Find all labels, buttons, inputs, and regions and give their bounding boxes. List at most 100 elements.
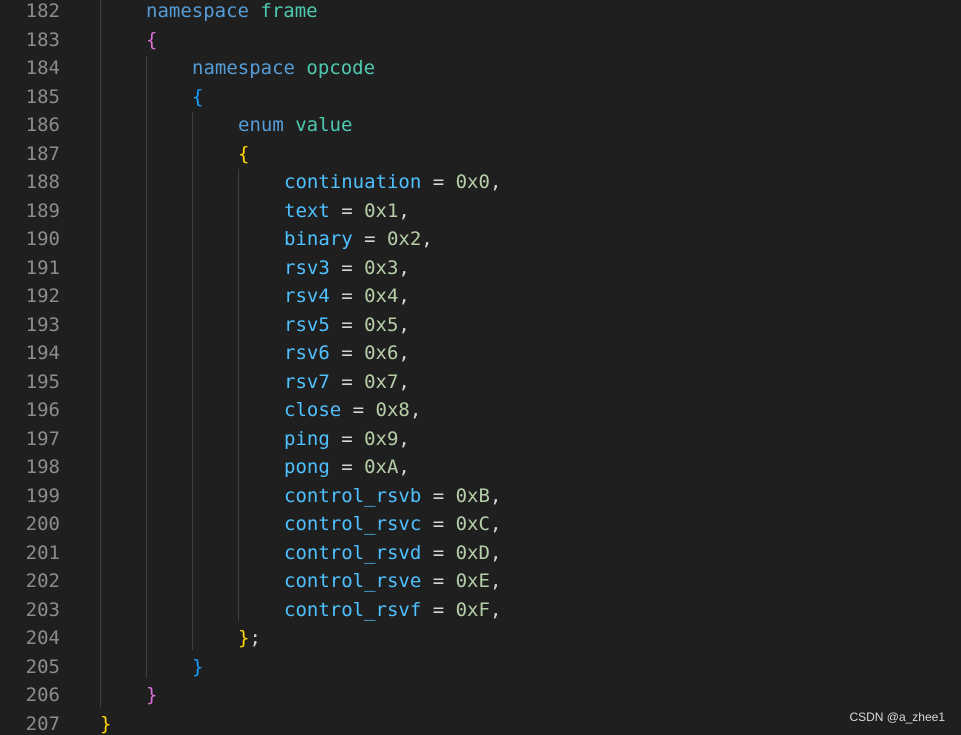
line-number: 194 [25, 342, 60, 364]
line-number: 195 [25, 370, 60, 393]
code-token: = [329, 370, 365, 393]
code-line[interactable]: 192 rsv4 = 0x4, [0, 282, 961, 311]
code-token: = [421, 598, 456, 621]
code-token: = [329, 256, 365, 279]
code-token: opcode [306, 57, 376, 79]
code-line[interactable]: 188 continuation = 0x0, [0, 168, 961, 197]
code-line[interactable]: 182 namespace frame [0, 0, 961, 26]
code-text: control_rsvc = 0xC, [284, 510, 501, 539]
code-token: , [489, 171, 502, 193]
code-line[interactable]: 196 close = 0x8, [0, 396, 961, 425]
code-token: } [192, 655, 204, 678]
code-token: { [192, 85, 204, 108]
code-token: = [352, 228, 387, 250]
code-line[interactable]: 204}; [0, 624, 961, 653]
code-token: ping [284, 427, 330, 450]
code-token: frame [260, 0, 318, 22]
code-text: rsv7 = 0x7, [284, 368, 410, 397]
code-token: , [489, 484, 502, 507]
line-number: 200 [25, 513, 60, 535]
code-token: , [398, 342, 410, 364]
code-token: control_rsvb [284, 484, 422, 507]
line-number: 188 [25, 171, 60, 193]
code-line[interactable]: 203 control_rsvf = 0xF, [0, 596, 961, 625]
code-token: namespace [192, 57, 295, 79]
code-text: control_rsvb = 0xB, [284, 482, 501, 511]
code-line[interactable]: 200 control_rsvc = 0xC, [0, 510, 961, 539]
code-line[interactable]: 197 ping = 0x9, [0, 425, 961, 454]
line-number: 190 [25, 228, 60, 250]
code-token: text [284, 199, 330, 222]
code-token: { [238, 142, 250, 165]
code-token: 0x6 [364, 342, 399, 364]
code-line[interactable]: 190 binary = 0x2, [0, 225, 961, 254]
code-line[interactable]: 183 { [0, 26, 961, 55]
code-line[interactable]: 195 rsv7 = 0x7, [0, 368, 961, 397]
code-token: = [329, 456, 365, 478]
code-token: = [421, 171, 456, 193]
code-token: 0xC [455, 513, 490, 535]
line-number: 206 [25, 684, 60, 706]
code-text: enum value [238, 111, 352, 140]
code-token: namespace [146, 0, 249, 22]
code-line[interactable]: 206} [0, 681, 961, 710]
code-line[interactable]: 193 rsv5 = 0x5, [0, 311, 961, 340]
code-text: rsv4 = 0x4, [284, 282, 410, 311]
code-text: rsv6 = 0x6, [284, 339, 410, 368]
code-line[interactable]: 207} [0, 710, 961, 735]
code-text: close = 0x8, [284, 396, 421, 425]
code-token: , [398, 427, 410, 450]
line-number: 205 [25, 655, 60, 678]
code-line[interactable]: 194 rsv6 = 0x6, [0, 339, 961, 368]
code-text: namespace frame [146, 0, 318, 26]
code-line[interactable]: 198 pong = 0xA, [0, 453, 961, 482]
code-token: 0x0 [455, 171, 490, 193]
code-token: , [398, 285, 410, 307]
code-token: ; [249, 627, 261, 649]
code-line[interactable]: 201 control_rsvd = 0xD, [0, 539, 961, 568]
code-line[interactable]: 199 control_rsvb = 0xB, [0, 482, 961, 511]
code-text: { [192, 83, 203, 112]
code-line[interactable]: 205} [0, 653, 961, 682]
code-token: } [100, 712, 112, 735]
code-token: control_rsve [284, 570, 422, 592]
code-token: rsv5 [284, 313, 330, 336]
line-number: 207 [25, 712, 60, 735]
code-text: { [146, 26, 157, 55]
code-token: continuation [284, 171, 422, 193]
line-number: 191 [25, 256, 60, 279]
code-line[interactable]: 185 { [0, 83, 961, 112]
code-token: rsv6 [284, 342, 330, 364]
code-token: = [421, 513, 456, 535]
code-token: } [238, 627, 250, 649]
code-token: = [341, 399, 376, 421]
code-line[interactable]: 186 enum value [0, 111, 961, 140]
code-line[interactable]: 184 namespace opcode [0, 54, 961, 83]
line-number: 199 [25, 484, 60, 507]
line-number: 193 [25, 313, 60, 336]
code-line[interactable]: 189 text = 0x1, [0, 197, 961, 226]
code-token: = [329, 427, 365, 450]
code-text: binary = 0x2, [284, 225, 433, 254]
code-token: , [409, 399, 422, 421]
code-token: , [489, 541, 502, 564]
code-token: control_rsvc [284, 513, 422, 535]
line-number: 203 [25, 598, 60, 621]
line-number: 196 [25, 399, 60, 421]
code-token: 0xD [455, 541, 490, 564]
code-token: 0xF [455, 598, 490, 621]
code-token: , [489, 570, 502, 592]
code-token: rsv7 [284, 370, 330, 393]
code-line[interactable]: 191 rsv3 = 0x3, [0, 254, 961, 283]
code-line[interactable]: 202 control_rsve = 0xE, [0, 567, 961, 596]
code-token: rsv3 [284, 256, 330, 279]
line-number: 182 [25, 0, 60, 22]
line-number: 186 [25, 114, 60, 136]
code-text: } [100, 710, 111, 735]
code-text: rsv5 = 0x5, [284, 311, 410, 340]
code-text: continuation = 0x0, [284, 168, 501, 197]
code-token: , [398, 199, 410, 222]
code-editor[interactable]: 182 namespace frame 183 {184 namespace opcod… [0, 0, 961, 735]
code-line[interactable]: 187 { [0, 140, 961, 169]
